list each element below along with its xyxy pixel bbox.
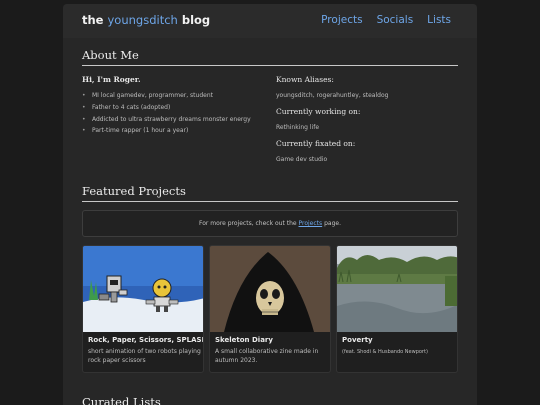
card-title: Rock, Paper, Scissors, SPLASH!	[88, 336, 204, 344]
poverty-thumbnail	[337, 246, 457, 332]
skeleton-diary-thumbnail	[210, 246, 330, 332]
card-title: Skeleton Diary	[215, 336, 273, 344]
card-description: (feat. Shodi & Husbando Newport)	[342, 349, 428, 355]
page-container: the youngsditch blog Projects Socials Li…	[63, 4, 477, 405]
main-nav: Projects Socials Lists	[321, 14, 451, 26]
brand-prefix: the	[82, 13, 104, 27]
notice-projects-link[interactable]: Projects	[299, 220, 323, 227]
nav-link-projects[interactable]: Projects	[321, 14, 362, 26]
featured-divider	[82, 201, 458, 202]
about-list-item: MI local gamedev, programmer, student	[82, 90, 251, 102]
curated-title: Curated Lists	[82, 395, 161, 405]
notice-text-after: page.	[324, 220, 341, 227]
fixated-value: Game dev studio	[276, 156, 328, 163]
notice-text-before: For more projects, check out the	[199, 220, 297, 227]
about-list: MI local gamedev, programmer, student Fa…	[82, 90, 251, 137]
project-card-poverty[interactable]: Poverty (feat. Shodi & Husbando Newport)	[336, 245, 458, 373]
about-list-item: Part-time rapper (1 hour a year)	[82, 125, 251, 137]
about-divider	[82, 65, 458, 66]
projects-notice: For more projects, check out the Project…	[82, 210, 458, 237]
project-card-rps[interactable]: Rock, Paper, Scissors, SPLASH! short ani…	[82, 245, 204, 373]
nav-link-socials[interactable]: Socials	[377, 14, 414, 26]
about-list-item: Addicted to ultra strawberry dreams mons…	[82, 114, 251, 126]
brand-suffix: blog	[181, 13, 211, 27]
featured-title: Featured Projects	[82, 184, 186, 198]
working-heading: Currently working on:	[276, 107, 361, 116]
brand-name: youngsditch	[107, 13, 178, 27]
about-greeting: Hi, I'm Roger.	[82, 75, 141, 84]
working-value: Rethinking life	[276, 124, 320, 131]
aliases-heading: Known Aliases:	[276, 75, 334, 84]
card-description: A small collaborative zine made in autum…	[215, 348, 319, 364]
site-header: the youngsditch blog Projects Socials Li…	[63, 4, 477, 38]
aliases-value: youngsditch, rogerahuntley, stealdog	[276, 92, 389, 99]
project-card-skeleton-diary[interactable]: Skeleton Diary A small collaborative zin…	[209, 245, 331, 373]
nav-link-lists[interactable]: Lists	[427, 14, 451, 26]
about-title: About Me	[82, 48, 139, 62]
card-description: short animation of two robots playing ro…	[88, 348, 201, 364]
about-list-item: Father to 4 cats (adopted)	[82, 102, 251, 114]
fixated-heading: Currently fixated on:	[276, 139, 356, 148]
site-brand[interactable]: the youngsditch blog	[82, 13, 210, 27]
rps-thumbnail	[83, 246, 203, 332]
card-title: Poverty	[342, 336, 373, 344]
